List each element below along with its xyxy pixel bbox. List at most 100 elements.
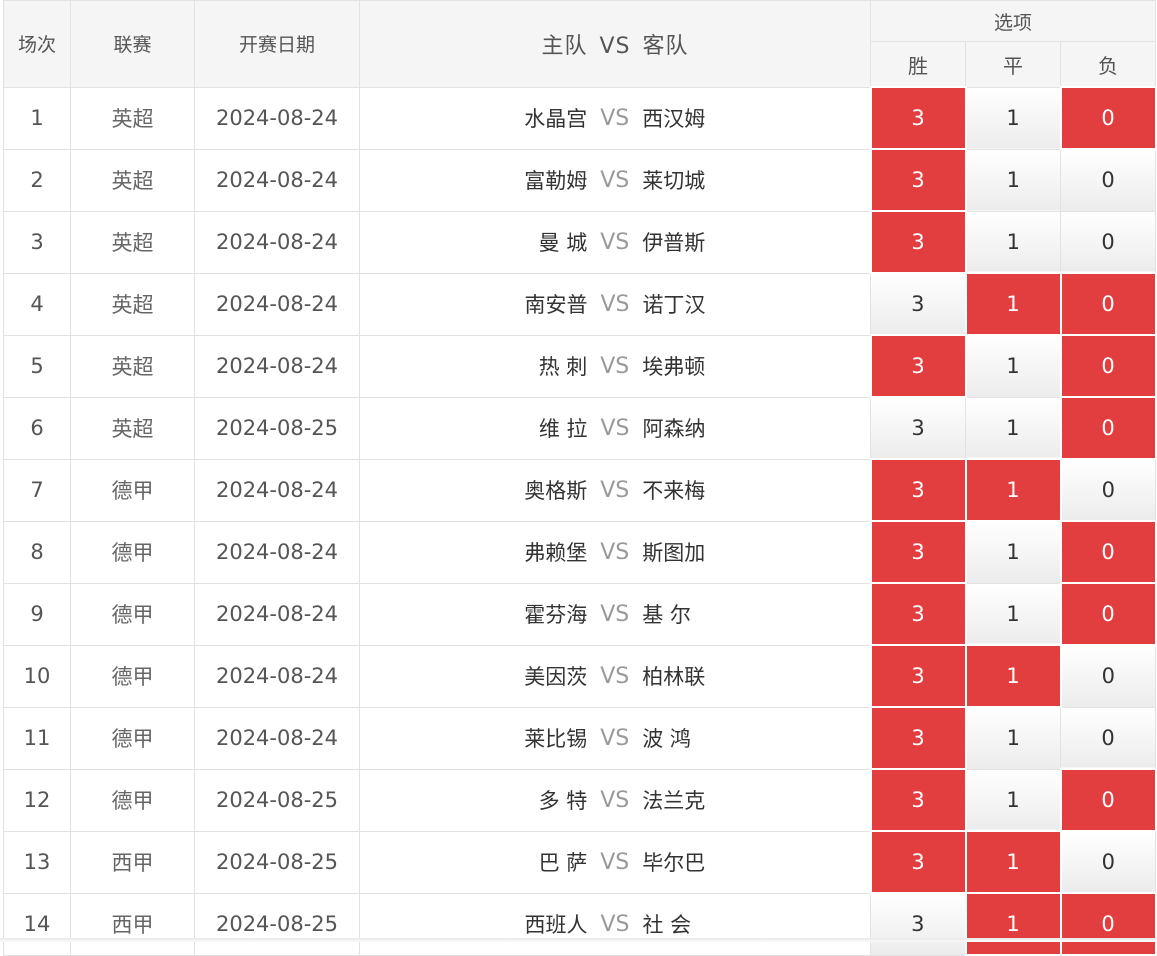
home-team: 巴 萨 — [538, 851, 588, 875]
row-date: 2024-08-24 — [194, 272, 360, 336]
row-idx: 1 — [3, 86, 71, 150]
option-draw-button[interactable]: 1 — [965, 768, 1061, 832]
away-team: 埃弗顿 — [642, 355, 706, 379]
option-win-button[interactable]: 3 — [869, 768, 967, 832]
row-league: 德甲 — [70, 706, 195, 770]
row-idx: 6 — [3, 396, 71, 460]
home-team: 霍芬海 — [524, 603, 588, 627]
row-match: 曼 城 VS 伊普斯 — [359, 210, 871, 274]
home-team: 多 特 — [538, 789, 588, 813]
option-win-button[interactable]: 3 — [869, 644, 967, 708]
option-win-button[interactable]: 3 — [869, 520, 967, 584]
option-draw-button[interactable]: 1 — [965, 706, 1061, 770]
option-draw-button[interactable]: 1 — [965, 520, 1061, 584]
option-win-button[interactable]: 3 — [869, 148, 967, 212]
option-win-button[interactable]: 3 — [869, 830, 967, 894]
row-idx: 2 — [3, 148, 71, 212]
option-lose-button[interactable]: 0 — [1059, 148, 1157, 212]
option-win-button[interactable]: 3 — [869, 458, 967, 522]
page: 场次 联赛 开赛日期 主队 VS 客队 选项 胜 平 负 1 英超 2024-08-24… — [0, 0, 1157, 956]
option-win-button[interactable]: 3 — [869, 210, 967, 274]
row-match: 弗赖堡 VS 斯图加 — [359, 520, 871, 584]
header-away: 客队 — [642, 33, 689, 59]
option-win-button[interactable]: 3 — [869, 706, 967, 770]
option-draw-button[interactable]: 1 — [964, 272, 1062, 336]
option-draw-button[interactable]: 1 — [964, 830, 1062, 894]
row-date: 2024-08-24 — [194, 520, 360, 584]
away-team: 波 鸿 — [642, 727, 691, 751]
option-lose-button[interactable]: 0 — [1059, 644, 1157, 708]
option-lose-button[interactable]: 0 — [1059, 334, 1157, 398]
away-team: 社 会 — [642, 913, 692, 937]
option-draw-button[interactable]: 1 — [965, 148, 1061, 212]
header-league: 联赛 — [70, 0, 195, 88]
table-row: 14 西甲 2024-08-25 西班人 VS 社 会 310 — [3, 892, 1157, 956]
away-team: 柏林联 — [642, 665, 706, 689]
option-lose-button[interactable]: 0 — [1059, 892, 1157, 956]
row-league: 德甲 — [70, 520, 195, 584]
option-win-button[interactable]: 3 — [869, 334, 967, 398]
row-idx: 13 — [3, 830, 71, 894]
home-team: 南安普 — [524, 293, 588, 317]
vs-label: VS — [600, 477, 630, 503]
row-date: 2024-08-24 — [194, 148, 360, 212]
header-lose: 负 — [1059, 41, 1157, 88]
option-win-button[interactable]: 3 — [870, 272, 966, 336]
row-date: 2024-08-24 — [194, 458, 360, 522]
table-row: 10 德甲 2024-08-24 美因茨 VS 柏林联 3 1 0 — [3, 644, 1157, 708]
vs-label: VS — [600, 167, 630, 193]
option-lose-button[interactable]: 0 — [1059, 830, 1157, 894]
option-draw-button[interactable]: 1 — [964, 644, 1062, 708]
home-team: 奥格斯 — [524, 479, 588, 503]
option-draw-button[interactable]: 1 — [965, 396, 1061, 460]
away-team: 西汉姆 — [642, 107, 706, 131]
option-lose-button[interactable]: 0 — [1059, 210, 1157, 274]
row-match: 维 拉 VS 阿森纳 — [359, 396, 871, 460]
table-row: 3 英超 2024-08-24 曼 城 VS 伊普斯 3 1 0 — [3, 210, 1157, 274]
option-win-button[interactable]: 3 — [870, 396, 966, 460]
row-league: 英超 — [70, 148, 195, 212]
vs-label: VS — [600, 663, 630, 689]
option-draw-button[interactable]: 1 — [965, 210, 1061, 274]
option-draw-button[interactable]: 1 — [964, 458, 1062, 522]
option-lose-button[interactable]: 0 — [1059, 582, 1157, 646]
option-lose-button[interactable]: 0 — [1059, 768, 1157, 832]
away-team: 伊普斯 — [642, 231, 706, 255]
option-draw-button[interactable]: 1 — [964, 892, 1062, 956]
table-row: 12 德甲 2024-08-25 多 特 VS 法兰克 3 1 0 — [3, 768, 1157, 832]
vs-label: VS — [600, 725, 630, 751]
home-team: 弗赖堡 — [524, 541, 588, 565]
option-draw-button[interactable]: 1 — [965, 334, 1061, 398]
vs-label: VS — [600, 539, 630, 565]
option-win-button[interactable]: 3 — [870, 892, 966, 956]
row-match: 富勒姆 VS 莱切城 — [359, 148, 871, 212]
option-lose-button[interactable]: 0 — [1059, 396, 1157, 460]
row-idx: 5 — [3, 334, 71, 398]
option-lose-button[interactable]: 0 — [1059, 86, 1157, 150]
option-lose-button[interactable]: 0 — [1059, 272, 1157, 336]
option-win-button[interactable]: 3 — [869, 582, 967, 646]
home-team: 富勒姆 — [524, 169, 588, 193]
header-match: 主队 VS 客队 — [359, 0, 871, 88]
header-options: 选项 — [869, 0, 1157, 42]
row-date: 2024-08-24 — [194, 706, 360, 770]
vs-label: VS — [600, 849, 630, 875]
option-lose-button[interactable]: 0 — [1059, 520, 1157, 584]
header-vs: VS — [599, 33, 631, 59]
option-win-button[interactable]: 3 — [869, 86, 967, 150]
home-team: 维 拉 — [538, 417, 588, 441]
row-league: 德甲 — [70, 458, 195, 522]
row-league: 西甲 — [70, 830, 195, 894]
row-date: 2024-08-24 — [194, 334, 360, 398]
option-lose-button[interactable]: 0 — [1059, 706, 1157, 770]
row-league: 德甲 — [70, 582, 195, 646]
header-home: 主队 — [541, 33, 588, 59]
home-team: 曼 城 — [538, 231, 588, 255]
option-lose-button[interactable]: 0 — [1059, 458, 1157, 522]
away-team: 阿森纳 — [642, 417, 706, 441]
option-draw-button[interactable]: 1 — [965, 582, 1061, 646]
match-table: 场次 联赛 开赛日期 主队 VS 客队 选项 胜 平 负 1 英超 2024-08-24… — [3, 0, 1157, 956]
header-date: 开赛日期 — [194, 0, 360, 88]
option-draw-button[interactable]: 1 — [965, 86, 1061, 150]
row-idx: 14 — [3, 892, 71, 956]
